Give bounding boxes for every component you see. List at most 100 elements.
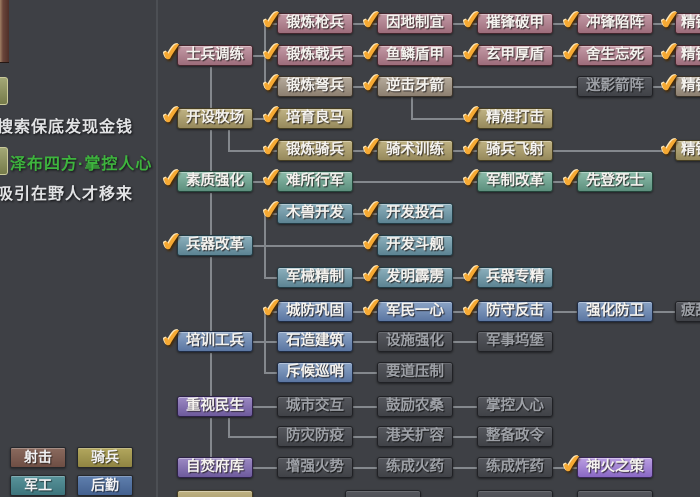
tech-node[interactable]: 军事坞堡 xyxy=(477,331,553,352)
tech-node[interactable]: 鱼鳞盾甲 ✔ xyxy=(359,36,453,68)
tech-node[interactable]: 军民一心 ✔ xyxy=(359,292,453,324)
tech-node[interactable]: 摧锋破甲 ✔ xyxy=(459,4,553,36)
check-icon: ✔ xyxy=(459,3,485,37)
check-icon: ✔ xyxy=(657,35,683,69)
category-button-shooting[interactable]: 射击 xyxy=(10,447,66,468)
tech-node-label: 玄甲厚盾 xyxy=(486,47,544,63)
tech-node-label: 强化防卫 xyxy=(586,303,644,319)
category-button-military-industry[interactable]: 军工 xyxy=(10,475,66,496)
tech-node[interactable]: 开设牧场 ✔ xyxy=(159,99,253,131)
connector-line xyxy=(453,341,477,343)
tech-node[interactable]: 疲敌 xyxy=(675,301,700,322)
tech-node-label: 港关扩容 xyxy=(386,428,444,444)
tech-node[interactable]: 素质强化 ✔ xyxy=(159,162,253,194)
tech-node[interactable]: 精锐✔ xyxy=(657,67,700,99)
check-icon: ✔ xyxy=(259,291,285,325)
tech-node[interactable]: 玄甲厚盾 ✔ xyxy=(459,36,553,68)
tech-node[interactable]: 神火之策 ✔ xyxy=(559,448,653,480)
hint-grace-people: 泽布四方·掌控人心 xyxy=(10,156,153,173)
tech-node[interactable]: 军械精制 xyxy=(277,267,353,288)
tech-node[interactable]: 自焚府库 xyxy=(177,457,253,478)
category-button-logistics[interactable]: 后勤 xyxy=(77,475,133,496)
tech-node-label: 骑兵飞射 xyxy=(486,142,544,158)
tech-node[interactable]: 鼓励农桑 xyxy=(377,396,453,417)
tech-node[interactable]: 精锐✔ xyxy=(657,36,700,68)
tech-node[interactable]: 练成炸药 xyxy=(477,457,553,478)
tech-node[interactable] xyxy=(345,490,421,497)
tech-node[interactable]: 舍生忘死 ✔ xyxy=(559,36,653,68)
tech-node[interactable]: 发明霹雳 ✔ xyxy=(359,258,453,290)
tech-node[interactable]: 逆击牙箭 ✔ xyxy=(359,67,453,99)
tech-node-label: 发明霹雳 xyxy=(386,269,444,285)
tech-node[interactable] xyxy=(577,490,653,497)
tech-node[interactable]: 整备政令 xyxy=(477,426,553,447)
tech-node-label: 军械精制 xyxy=(286,269,344,285)
tech-node[interactable]: 练成火药 xyxy=(377,457,453,478)
clipped-skill-chip-icon xyxy=(0,147,8,175)
tech-node[interactable]: 兵器专精 ✔ xyxy=(459,258,553,290)
tech-node[interactable]: 精锐✔ xyxy=(657,4,700,36)
tech-node-label: 先登死士 xyxy=(586,173,644,189)
tech-node[interactable]: 骑术训练 ✔ xyxy=(359,131,453,163)
tech-node[interactable]: 木兽开发 ✔ xyxy=(259,194,353,226)
tech-node[interactable]: 精准打击 ✔ xyxy=(459,99,553,131)
tech-node[interactable]: 开发斗舰 ✔ xyxy=(359,226,453,258)
tech-node-label: 开发投石 xyxy=(386,205,444,221)
tech-node-label: 练成炸药 xyxy=(486,459,544,475)
connector-line xyxy=(228,418,230,438)
tech-node-label: 骑术训练 xyxy=(386,142,444,158)
tech-node[interactable]: 斥候巡哨 xyxy=(277,362,353,383)
tech-node[interactable]: 培训工兵 ✔ xyxy=(159,322,253,354)
tech-node[interactable]: 精锐✔ xyxy=(657,131,700,163)
connector-line xyxy=(210,67,212,108)
panel-divider xyxy=(156,0,158,497)
tech-node[interactable]: 骑兵飞射 ✔ xyxy=(459,131,553,163)
check-icon: ✔ xyxy=(559,35,585,69)
tech-node[interactable]: 培育良马 ✔ xyxy=(259,99,353,131)
tech-node[interactable]: 开发投石 ✔ xyxy=(359,194,453,226)
tech-node-label: 要道压制 xyxy=(386,364,444,380)
tech-node[interactable]: 要道压制 xyxy=(377,362,453,383)
connector-line xyxy=(453,86,577,88)
tech-node[interactable]: 锻炼枪兵 ✔ xyxy=(259,4,353,36)
connector-line xyxy=(553,311,577,313)
connector-line xyxy=(353,406,377,408)
tech-node[interactable] xyxy=(477,490,553,497)
tech-node[interactable]: 强化防卫 xyxy=(577,301,653,322)
tech-node[interactable]: 石造建筑 xyxy=(277,331,353,352)
tech-node[interactable]: 冲锋陷阵 ✔ xyxy=(559,4,653,36)
tech-node[interactable]: 因地制宜 ✔ xyxy=(359,4,453,36)
tech-node[interactable] xyxy=(177,490,253,497)
tech-node[interactable]: 锻炼戟兵 ✔ xyxy=(259,36,353,68)
tech-node[interactable]: 增强火势 xyxy=(277,457,353,478)
check-icon: ✔ xyxy=(459,291,485,325)
check-icon: ✔ xyxy=(259,193,285,227)
connector-line xyxy=(264,245,377,247)
tech-node[interactable]: 掌控人心 xyxy=(477,396,553,417)
tech-node[interactable]: 军制改革 ✔ xyxy=(459,162,553,194)
tech-node[interactable]: 港关扩容 xyxy=(377,426,453,447)
connector-line xyxy=(553,150,675,152)
tech-node[interactable]: 重视民生 xyxy=(177,396,253,417)
tech-node[interactable]: 先登死士 ✔ xyxy=(559,162,653,194)
tech-node-label: 素质强化 xyxy=(186,173,244,189)
tech-node[interactable]: 士兵调练 ✔ xyxy=(159,36,253,68)
check-icon: ✔ xyxy=(559,161,585,195)
tech-node[interactable]: 难所行军 ✔ xyxy=(259,162,353,194)
tech-node[interactable]: 迷影箭阵 xyxy=(577,76,653,97)
tech-node[interactable]: 锻炼骑兵 ✔ xyxy=(259,131,353,163)
tech-node-label: 精锐 xyxy=(681,47,700,63)
tech-node[interactable]: 城防巩固 ✔ xyxy=(259,292,353,324)
tech-node[interactable]: 锻炼弩兵 ✔ xyxy=(259,67,353,99)
tech-node[interactable]: 设施强化 xyxy=(377,331,453,352)
tech-node-label: 防守反击 xyxy=(486,303,544,319)
category-button-cavalry[interactable]: 骑兵 xyxy=(77,447,133,468)
tech-node[interactable]: 城市交互 xyxy=(277,396,353,417)
tech-node[interactable]: 兵器改革 ✔ xyxy=(159,226,253,258)
check-icon: ✔ xyxy=(259,161,285,195)
tech-node[interactable]: 防守反击 ✔ xyxy=(459,292,553,324)
tech-node[interactable]: 防灾防疫 xyxy=(277,426,353,447)
connector-line xyxy=(210,130,212,171)
tech-node-label: 逆击牙箭 xyxy=(386,78,444,94)
check-icon: ✔ xyxy=(259,98,285,132)
